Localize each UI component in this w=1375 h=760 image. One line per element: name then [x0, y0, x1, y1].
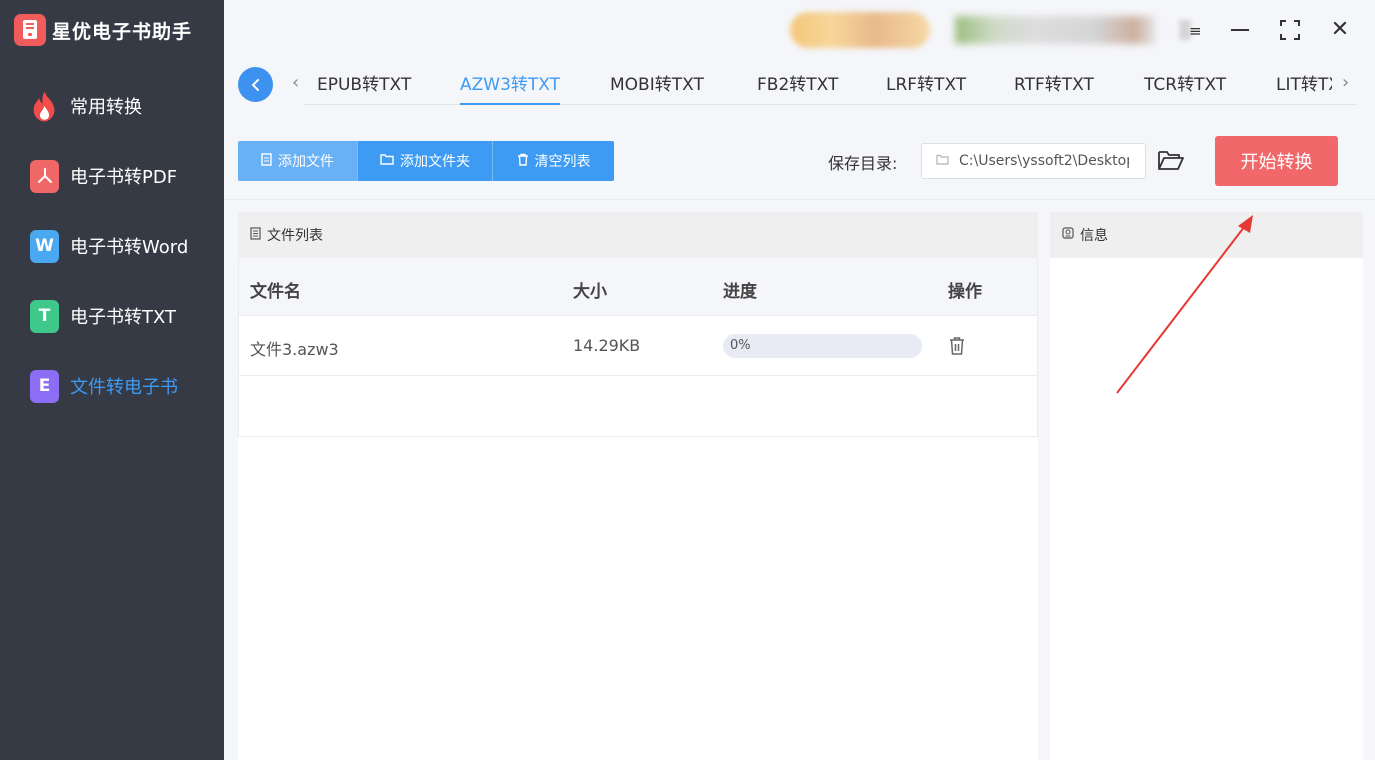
tab-lrf-to-txt[interactable]: LRF转TXT — [886, 70, 966, 95]
sidebar-item-label: 电子书转PDF — [70, 167, 178, 188]
word-icon: W — [30, 229, 59, 263]
delete-row-button[interactable] — [948, 336, 966, 356]
file-size-cell: 14.29KB — [573, 336, 641, 355]
start-convert-button[interactable]: 开始转换 — [1215, 136, 1338, 186]
column-header-action: 操作 — [948, 282, 982, 302]
browse-folder-button[interactable] — [1157, 148, 1185, 172]
tab-rtf-to-txt[interactable]: RTF转TXT — [1014, 70, 1094, 95]
info-panel: 信息 — [1050, 212, 1363, 760]
sidebar-item-ebook-to-txt[interactable]: T 电子书转TXT — [30, 298, 176, 334]
save-directory-label: 保存目录: — [828, 154, 898, 173]
file-list-title: 文件列表 — [267, 228, 323, 244]
app-header: 星优电子书助手 — [14, 14, 192, 46]
column-header-progress: 进度 — [723, 282, 757, 302]
tab-azw3-to-txt[interactable]: AZW3转TXT — [460, 70, 560, 95]
folder-open-icon — [1158, 151, 1184, 170]
list-icon — [250, 226, 261, 244]
sidebar-item-label: 电子书转TXT — [70, 307, 177, 328]
pdf-icon — [30, 159, 59, 193]
save-directory-field[interactable] — [921, 143, 1146, 179]
sidebar: 星优电子书助手 常用转换 电子书转PDF W 电子书转Word T 电子书转TX… — [0, 0, 224, 760]
progress-bar: 0% — [723, 334, 922, 358]
folder-icon — [936, 154, 949, 169]
blurred-badge — [790, 12, 930, 48]
file-button-group: 添加文件 添加文件夹 清空列表 — [238, 141, 614, 181]
toolbar: 添加文件 添加文件夹 清空列表 保存目录: 开始转换 — [224, 108, 1375, 200]
sidebar-item-ebook-to-pdf[interactable]: 电子书转PDF — [30, 158, 177, 194]
tab-strip: EPUB转TXT AZW3转TXT MOBI转TXT FB2转TXT LRF转T… — [317, 70, 1332, 100]
tabs-bar: ‹ EPUB转TXT AZW3转TXT MOBI转TXT FB2转TXT LRF… — [224, 58, 1375, 108]
table-row[interactable]: 文件3.azw3 14.29KB 0% — [238, 316, 1038, 376]
sidebar-item-common-convert[interactable]: 常用转换 — [30, 88, 142, 124]
tab-mobi-to-txt[interactable]: MOBI转TXT — [610, 70, 704, 95]
blurred-user-info — [955, 16, 1155, 44]
tabs-scroll-right-icon[interactable]: › — [1342, 72, 1349, 93]
app-logo-icon — [14, 14, 46, 46]
sidebar-item-label: 电子书转Word — [70, 237, 189, 258]
tab-lit-to-txt[interactable]: LIT转TXT — [1276, 70, 1332, 95]
file-list-panel: 文件列表 文件名 大小 进度 操作 文件3.azw3 14.29KB 0% — [238, 212, 1038, 760]
flame-icon — [30, 90, 59, 123]
menu-icon[interactable]: ≡ — [1189, 22, 1202, 40]
sidebar-item-ebook-to-word[interactable]: W 电子书转Word — [30, 228, 188, 264]
app-title: 星优电子书助手 — [52, 20, 193, 43]
tab-tcr-to-txt[interactable]: TCR转TXT — [1144, 70, 1226, 95]
save-directory-input[interactable] — [959, 153, 1129, 169]
minimize-button[interactable] — [1222, 14, 1258, 46]
progress-text: 0% — [730, 338, 751, 353]
file-icon — [261, 152, 272, 170]
empty-row — [238, 376, 1038, 437]
column-header-size: 大小 — [573, 282, 607, 302]
ebook-icon: E — [30, 369, 59, 403]
sidebar-item-file-to-ebook[interactable]: E 文件转电子书 — [30, 368, 178, 404]
trash-icon — [517, 153, 529, 170]
info-icon — [1062, 227, 1074, 243]
file-list-header: 文件列表 — [238, 212, 1038, 258]
maximize-button[interactable] — [1272, 14, 1308, 46]
tab-epub-to-txt[interactable]: EPUB转TXT — [317, 70, 411, 95]
folder-icon — [380, 153, 394, 169]
tab-fb2-to-txt[interactable]: FB2转TXT — [757, 70, 838, 95]
info-title: 信息 — [1080, 228, 1108, 244]
close-button[interactable]: ✕ — [1322, 14, 1358, 46]
close-icon: ✕ — [1330, 17, 1350, 42]
txt-icon: T — [30, 299, 59, 333]
clear-list-button[interactable]: 清空列表 — [493, 141, 614, 181]
tabs-scroll-left-icon[interactable]: ‹ — [292, 72, 299, 93]
active-tab-indicator — [460, 103, 560, 105]
title-bar: ≡ ✕ — [224, 0, 1375, 58]
sidebar-item-label: 文件转电子书 — [70, 377, 178, 398]
add-file-button[interactable]: 添加文件 — [238, 141, 358, 181]
column-header-filename: 文件名 — [250, 282, 301, 302]
chevron-left-icon — [251, 78, 259, 91]
add-folder-button[interactable]: 添加文件夹 — [358, 141, 493, 181]
info-header: 信息 — [1050, 212, 1363, 258]
table-header: 文件名 大小 进度 操作 — [238, 258, 1038, 316]
back-button[interactable] — [238, 67, 273, 102]
sidebar-item-label: 常用转换 — [70, 97, 142, 118]
trash-icon — [950, 337, 964, 355]
file-name-cell: 文件3.azw3 — [250, 340, 339, 359]
